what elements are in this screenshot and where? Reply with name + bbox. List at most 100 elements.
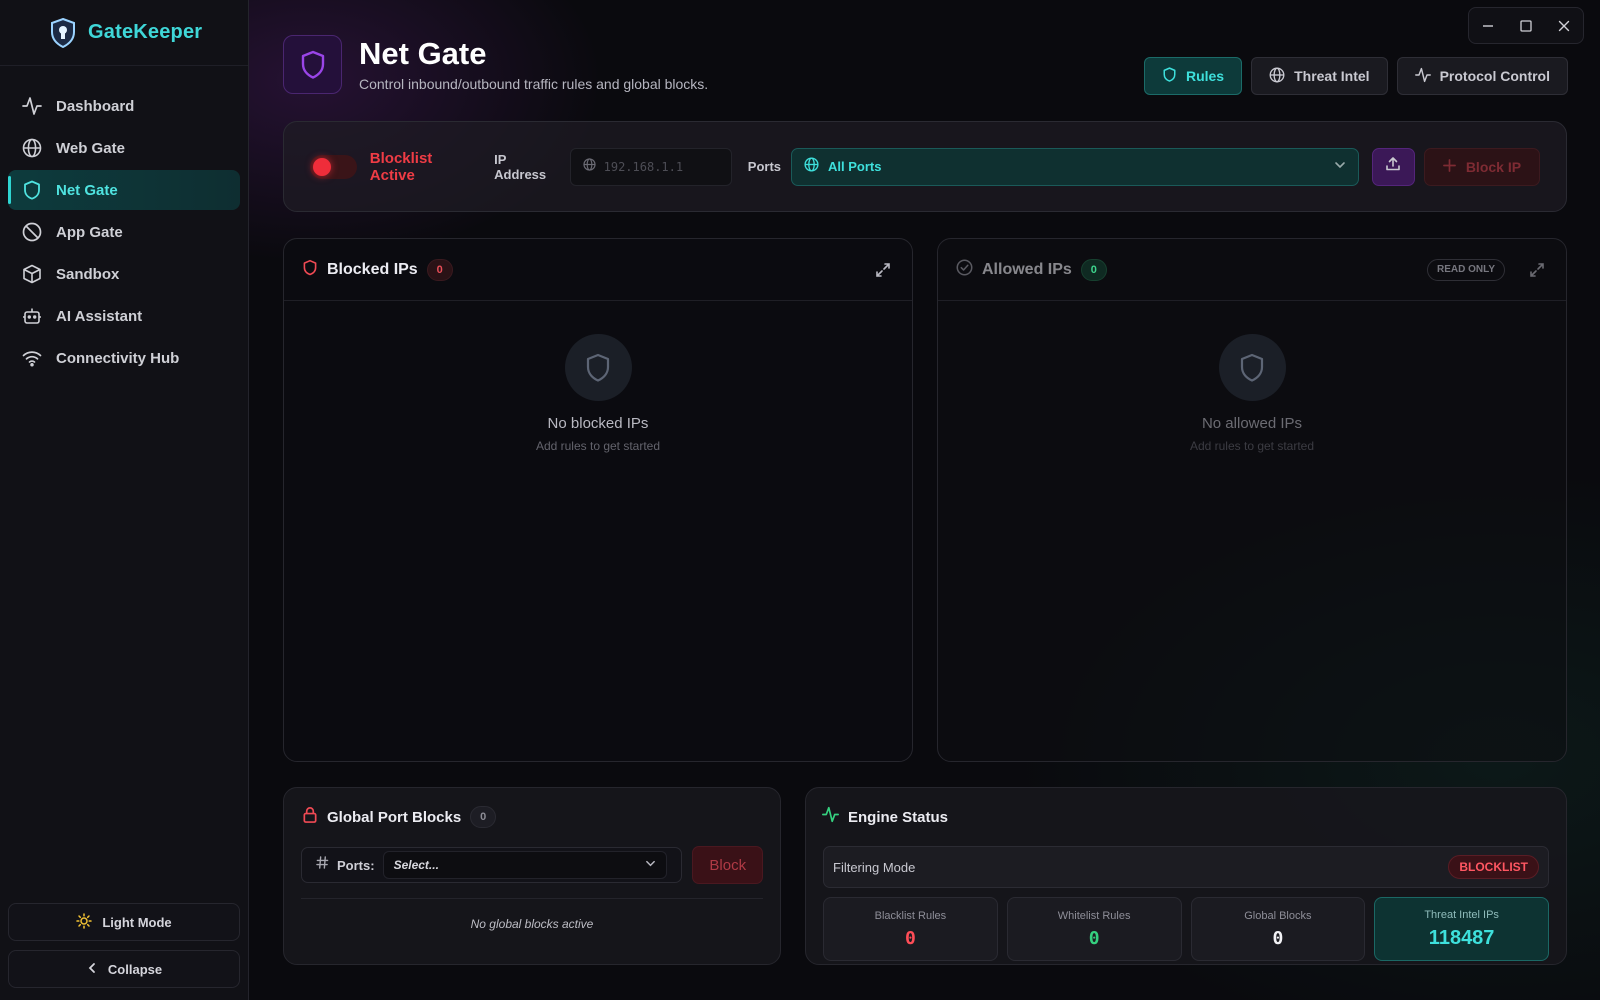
- shield-icon: [22, 180, 42, 200]
- allowed-ips-panel: Allowed IPs 0 READ ONLY No allowed IPs A…: [937, 238, 1567, 762]
- rule-control-bar: Blocklist Active IP Address Ports All Po…: [283, 121, 1567, 212]
- block-ip-button[interactable]: Block IP: [1423, 147, 1540, 186]
- filtering-mode-badge: BLOCKLIST: [1448, 855, 1539, 879]
- chevron-left-icon: [86, 962, 98, 977]
- engine-status-header: Engine Status: [806, 788, 1566, 846]
- ip-address-label: IP Address: [494, 151, 547, 182]
- sidebar-item-web-gate[interactable]: Web Gate: [8, 128, 240, 168]
- filtering-mode-label: Filtering Mode: [833, 859, 916, 875]
- stat-threat-intel-ips: Threat Intel IPs 118487: [1374, 897, 1549, 961]
- globe-icon: [1269, 67, 1285, 86]
- ip-address-field: [569, 147, 732, 186]
- port-blocks-header: Global Port Blocks 0: [284, 788, 780, 846]
- box-icon: [22, 264, 42, 284]
- stat-label: Whitelist Rules: [1057, 909, 1131, 922]
- stat-global-blocks: Global Blocks 0: [1190, 897, 1366, 961]
- globe-icon: [22, 138, 42, 158]
- shield-icon: [564, 334, 632, 401]
- wifi-icon: [22, 348, 42, 368]
- minimize-icon[interactable]: [1478, 16, 1498, 36]
- activity-icon: [1414, 67, 1431, 86]
- sidebar-item-label: App Gate: [56, 223, 123, 241]
- sun-icon: [76, 912, 93, 932]
- sidebar-item-label: Dashboard: [56, 97, 135, 115]
- filtering-mode-row: Filtering Mode BLOCKLIST: [823, 846, 1549, 888]
- blocked-ips-empty-state: No blocked IPs Add rules to get started: [284, 334, 912, 453]
- main-content: Net Gate Control inbound/outbound traffi…: [249, 0, 1600, 1000]
- upload-icon: [1385, 156, 1401, 177]
- tab-label: Protocol Control: [1439, 68, 1550, 84]
- activity-icon: [822, 806, 839, 828]
- globe-icon: [583, 157, 596, 176]
- ports-select[interactable]: Select...: [382, 851, 668, 879]
- tab-rules[interactable]: Rules: [1143, 57, 1243, 95]
- empty-title: No blocked IPs: [547, 415, 649, 432]
- page-header: Net Gate Control inbound/outbound traffi…: [283, 35, 708, 94]
- stat-label: Threat Intel IPs: [1424, 908, 1499, 921]
- sidebar-item-dashboard[interactable]: Dashboard: [8, 86, 240, 126]
- stat-blacklist-rules: Blacklist Rules 0: [823, 897, 998, 961]
- tab-label: Rules: [1185, 68, 1225, 84]
- sidebar-item-label: Net Gate: [56, 181, 118, 199]
- sidebar: GateKeeper Dashboard Web Gate Net Gate A…: [0, 0, 249, 1000]
- empty-subtitle: Add rules to get started: [1189, 439, 1315, 453]
- stat-value: 0: [1088, 927, 1100, 949]
- stat-value: 0: [1272, 927, 1284, 949]
- ip-address-input[interactable]: [603, 159, 724, 174]
- sidebar-nav: Dashboard Web Gate Net Gate App Gate San…: [0, 66, 248, 378]
- collapse-button[interactable]: Collapse: [8, 950, 240, 988]
- blocked-ips-count: 0: [426, 258, 453, 281]
- close-icon[interactable]: [1554, 16, 1574, 36]
- engine-status-title: Engine Status: [848, 808, 949, 826]
- view-tabs: Rules Threat Intel Protocol Control: [1143, 57, 1568, 95]
- stat-label: Blacklist Rules: [874, 909, 947, 922]
- port-block-form: Ports: Select... Block: [284, 846, 780, 884]
- port-blocks-count: 0: [470, 806, 497, 828]
- sidebar-item-sandbox[interactable]: Sandbox: [8, 254, 240, 294]
- ports-dropdown[interactable]: All Ports: [791, 147, 1359, 186]
- shield-icon: [1218, 334, 1286, 401]
- hash-icon: [316, 856, 329, 874]
- block-port-button[interactable]: Block: [692, 846, 763, 884]
- lock-icon: [302, 806, 318, 828]
- ports-field-label: Ports:: [337, 857, 375, 873]
- ports-field: Ports: Select...: [301, 847, 683, 883]
- expand-icon[interactable]: [872, 259, 894, 281]
- ports-label: Ports: [747, 159, 782, 174]
- engine-stats: Blacklist Rules 0 Whitelist Rules 0 Glob…: [823, 897, 1549, 961]
- sidebar-item-label: AI Assistant: [56, 307, 143, 325]
- chevron-down-icon: [645, 856, 656, 874]
- activity-icon: [22, 96, 42, 116]
- import-upload-button[interactable]: [1371, 147, 1415, 186]
- blocked-ips-title: Blocked IPs: [327, 260, 418, 278]
- sidebar-item-net-gate[interactable]: Net Gate: [8, 170, 240, 210]
- allowed-ips-title: Allowed IPs: [982, 260, 1072, 278]
- tab-protocol-control[interactable]: Protocol Control: [1396, 57, 1568, 95]
- engine-status-panel: Engine Status Filtering Mode BLOCKLIST B…: [805, 787, 1567, 965]
- light-mode-button[interactable]: Light Mode: [8, 903, 240, 941]
- block-ip-label: Block IP: [1465, 158, 1522, 175]
- global-port-blocks-panel: Global Port Blocks 0 Ports: Select... Bl…: [283, 787, 781, 965]
- expand-icon[interactable]: [1526, 259, 1548, 281]
- blocklist-toggle[interactable]: [310, 154, 357, 179]
- blocked-ips-panel: Blocked IPs 0 No blocked IPs Add rules t…: [283, 238, 913, 762]
- blocked-ips-header: Blocked IPs 0: [284, 239, 912, 301]
- allowed-ips-count: 0: [1080, 258, 1107, 281]
- shield-icon: [1162, 67, 1177, 85]
- page-subtitle: Control inbound/outbound traffic rules a…: [359, 76, 709, 93]
- allowed-ips-header: Allowed IPs 0 READ ONLY: [938, 239, 1566, 301]
- maximize-icon[interactable]: [1516, 16, 1536, 36]
- blocklist-status-label: Blocklist Active: [369, 149, 433, 184]
- sidebar-item-app-gate[interactable]: App Gate: [8, 212, 240, 252]
- sidebar-item-ai-assistant[interactable]: AI Assistant: [8, 296, 240, 336]
- ban-icon: [22, 222, 42, 242]
- tab-threat-intel[interactable]: Threat Intel: [1251, 57, 1388, 95]
- chevron-down-icon: [1334, 158, 1346, 176]
- app-name: GateKeeper: [88, 21, 203, 43]
- gatekeeper-logo-icon: [50, 17, 76, 48]
- sidebar-item-connectivity-hub[interactable]: Connectivity Hub: [8, 338, 240, 378]
- collapse-label: Collapse: [107, 961, 163, 977]
- sidebar-item-label: Web Gate: [56, 139, 125, 157]
- light-mode-label: Light Mode: [102, 914, 172, 930]
- stat-label: Global Blocks: [1244, 909, 1312, 922]
